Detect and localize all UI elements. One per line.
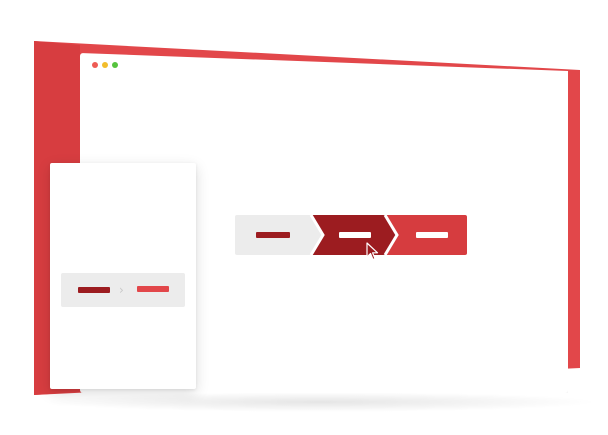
chevron-right-icon: › <box>119 283 124 297</box>
window-controls <box>92 62 118 68</box>
breadcrumb-flow <box>235 215 467 255</box>
mini-step-label-placeholder[interactable] <box>78 287 110 293</box>
drop-shadow <box>40 392 600 412</box>
mini-step-label-placeholder[interactable] <box>137 286 169 292</box>
maximize-dot[interactable] <box>112 62 118 68</box>
pointer-cursor-icon <box>366 242 379 261</box>
minimize-dot[interactable] <box>102 62 108 68</box>
mini-breadcrumb: › <box>61 273 185 307</box>
step-label-placeholder <box>339 232 371 238</box>
side-panel: › <box>50 163 196 389</box>
step-label-placeholder <box>416 232 448 238</box>
step-label-placeholder <box>256 232 290 238</box>
illustration-stage: › <box>0 0 608 435</box>
close-dot[interactable] <box>92 62 98 68</box>
